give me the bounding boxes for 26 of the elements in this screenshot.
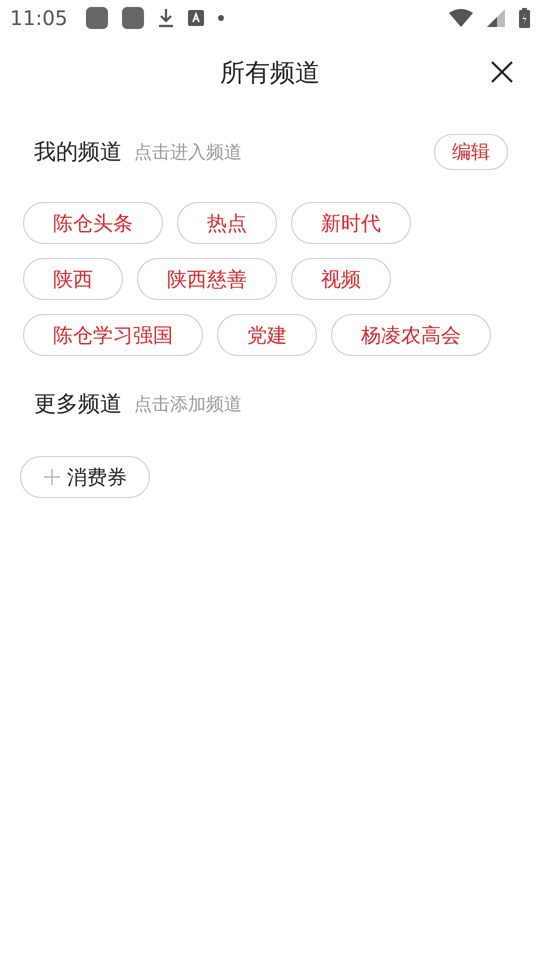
- signal-icon: [487, 9, 505, 27]
- channel-chip[interactable]: 党建: [217, 314, 317, 356]
- channel-chip[interactable]: 陕西: [23, 258, 123, 300]
- channel-chip[interactable]: 视频: [291, 258, 391, 300]
- edit-button[interactable]: 编辑: [434, 134, 508, 170]
- channel-chip[interactable]: 杨凌农高会: [331, 314, 491, 356]
- section-hint: 点击添加频道: [134, 393, 242, 416]
- page-title: 所有频道: [220, 56, 320, 88]
- channel-chip[interactable]: 新时代: [291, 202, 411, 244]
- channel-chip[interactable]: 陕西慈善: [137, 258, 277, 300]
- wifi-icon: [449, 9, 473, 27]
- channel-chip[interactable]: 陈仓头条: [23, 202, 163, 244]
- dot-icon: [218, 15, 224, 21]
- channel-chip[interactable]: 热点: [177, 202, 277, 244]
- app-notification-icon: [122, 7, 144, 29]
- section-hint: 点击进入频道: [134, 141, 242, 164]
- section-title: 我的频道: [34, 139, 122, 167]
- app-notification-icon: [86, 7, 108, 29]
- add-channel-chip[interactable]: 消费券: [20, 456, 150, 498]
- battery-icon: [519, 8, 530, 28]
- status-time: 11:05: [10, 6, 68, 30]
- section-title: 更多频道: [34, 391, 122, 419]
- text-icon: [188, 10, 204, 26]
- plus-icon: [43, 468, 61, 486]
- download-icon: [158, 8, 174, 28]
- channel-chip[interactable]: 陈仓学习强国: [23, 314, 203, 356]
